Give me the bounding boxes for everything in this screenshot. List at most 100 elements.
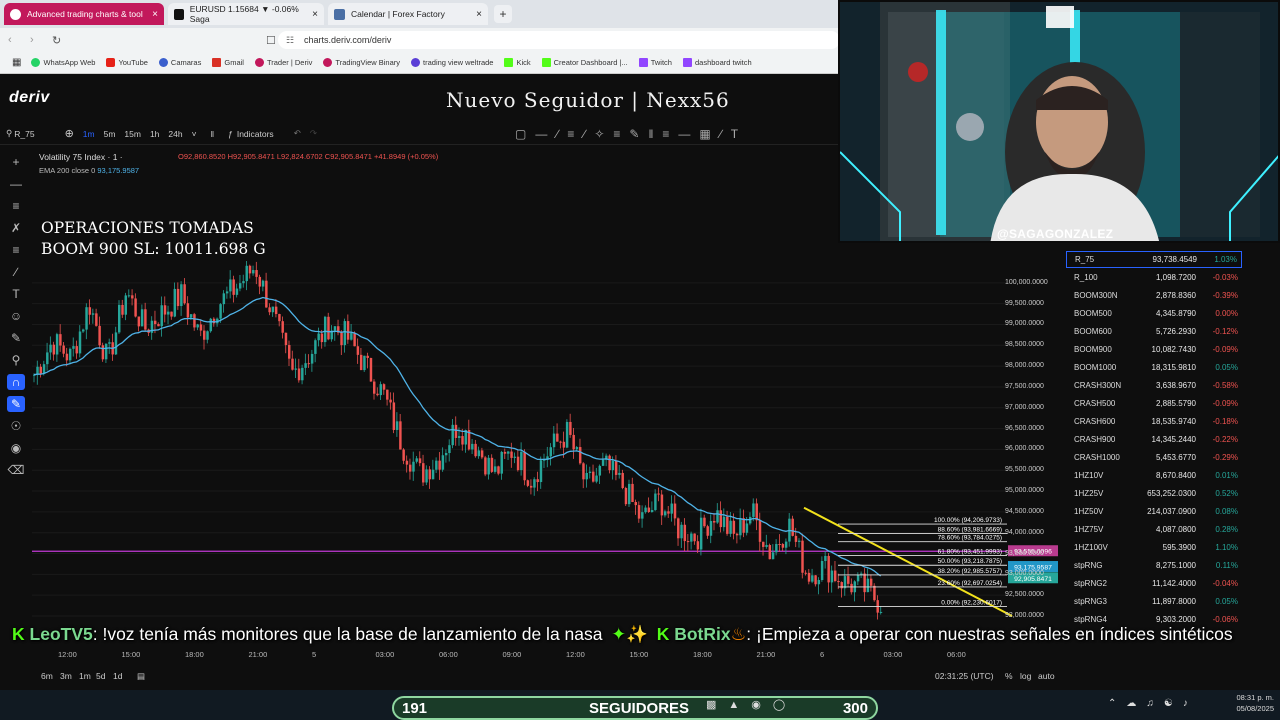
range-1m[interactable]: 1m (79, 671, 91, 681)
eye-icon[interactable]: ◉ (7, 440, 25, 456)
tab-forexfactory[interactable]: Calendar | Forex Factory × (328, 3, 488, 25)
watchlist-row-1hz25v[interactable]: 1HZ25V 653,252.0300 0.52% (1066, 485, 1242, 502)
taskbar-clock[interactable]: 08:31 p. m. 05/08/2025 (1236, 692, 1274, 714)
candle-body (474, 443, 477, 457)
reload-icon[interactable]: ↻ (52, 34, 66, 47)
watchlist-row-crash500[interactable]: CRASH500 2,885.5790 -0.09% (1066, 395, 1242, 412)
candle-body (592, 471, 595, 482)
brush-icon[interactable]: ∕ (7, 264, 25, 280)
bookmark-dashboard-twitch[interactable]: dashboard twitch (682, 58, 752, 67)
watchlist-row-1hz50v[interactable]: 1HZ50V 214,037.0900 0.08% (1066, 503, 1242, 520)
goto-date-icon[interactable]: ▤ (137, 671, 145, 682)
system-tray-icons[interactable]: ⌃☁♫☯♪ (1108, 698, 1198, 709)
watchlist-row-stprng2[interactable]: stpRNG2 11,142.4000 -0.04% (1066, 575, 1242, 592)
watchlist-row-boom500[interactable]: BOOM500 4,345.8790 0.00% (1066, 305, 1242, 322)
watchlist-row-stprng[interactable]: stpRNG 8,275.1000 0.11% (1066, 557, 1242, 574)
close-tab-icon[interactable]: × (476, 9, 482, 20)
timeframe-1h[interactable]: 1h (150, 129, 159, 139)
candle-body (624, 487, 628, 505)
chat-ticker: K LeoTV5: !voz tenía más monitores que l… (0, 624, 1280, 650)
bookmark-weltrade[interactable]: trading view weltrade (411, 58, 493, 67)
trash-icon[interactable]: ⌫ (7, 462, 25, 478)
candle-body (333, 326, 337, 331)
indicators-icon[interactable]: ƒ (228, 129, 233, 139)
emoji-icon[interactable]: ☺ (7, 308, 25, 324)
zoom-icon[interactable]: ⚲ (7, 352, 25, 368)
line-tool-icon[interactable]: — (7, 176, 25, 192)
watchlist-row-1hz10v[interactable]: 1HZ10V 8,670.8400 0.01% (1066, 467, 1242, 484)
crosshair-icon[interactable]: + (7, 154, 25, 170)
add-symbol-icon[interactable]: ⊕ (65, 127, 74, 140)
deriv-logo[interactable]: deriv (9, 89, 50, 107)
bookmark-whatsapp[interactable]: WhatsApp Web (31, 58, 95, 67)
close-tab-icon[interactable]: × (152, 9, 158, 20)
apps-icon[interactable]: ▦ (12, 57, 21, 68)
candle-body (268, 307, 271, 313)
range-5d[interactable]: 5d (96, 671, 105, 681)
candle-body (529, 485, 533, 488)
bookmark-deriv[interactable]: Trader | Deriv (254, 58, 312, 67)
bookmark-tradingview-binary[interactable]: TradingView Binary (323, 58, 400, 67)
timeframe-24h[interactable]: 24h (168, 129, 182, 139)
watchlist-row-boom600[interactable]: BOOM600 5,726.2930 -0.12% (1066, 323, 1242, 340)
text-tool-icon[interactable]: T (7, 286, 25, 302)
timeframe-5m[interactable]: 5m (104, 129, 116, 139)
indicators-button[interactable]: Indicators (237, 129, 274, 139)
close-tab-icon[interactable]: × (312, 9, 318, 20)
new-tab-button[interactable]: + (494, 5, 512, 23)
lock-icon[interactable]: ☉ (7, 418, 25, 434)
tab-tradingview[interactable]: EURUSD 1.15684 ▼ -0.06% Saga × (168, 3, 324, 25)
back-icon[interactable]: ‹ (8, 34, 22, 46)
timeframe-1m[interactable]: 1m (83, 129, 95, 139)
symbol-search[interactable]: R_75 (14, 129, 34, 139)
watchlist-row-crash900[interactable]: CRASH900 14,345.2440 -0.22% (1066, 431, 1242, 448)
bookmark-twitch[interactable]: Twitch (638, 58, 672, 67)
candle-type-icon[interactable]: ‖ (211, 129, 215, 139)
watchlist-row-r_75[interactable]: R_75 93,738.4549 1.03% (1066, 251, 1242, 268)
log-scale-toggle[interactable]: log (1020, 671, 1031, 681)
magnet-icon[interactable]: ∩ (7, 374, 25, 390)
taskbar-app-icons[interactable]: ▩▲◉◯ (706, 698, 797, 711)
lock-drawing-icon[interactable]: ✎ (7, 396, 25, 412)
site-info-icon[interactable]: ☷ (286, 35, 294, 46)
bookmark-camaras[interactable]: Camaras (158, 58, 201, 67)
watchlist-row-boom1000[interactable]: BOOM1000 18,315.9810 0.05% (1066, 359, 1242, 376)
search-icon[interactable]: ⚲ (6, 128, 12, 139)
auto-scale-toggle[interactable]: auto (1038, 671, 1055, 681)
bookmark-creator-dashboard[interactable]: Creator Dashboard |... (541, 58, 628, 67)
timeframe-15m[interactable]: 15m (124, 129, 141, 139)
chevron-down-icon[interactable]: ˅ (192, 129, 197, 139)
horizontal-lines-icon[interactable]: ≡ (7, 198, 25, 214)
bookmark-gmail[interactable]: Gmail (212, 58, 244, 67)
watchlist-row-stprng3[interactable]: stpRNG3 11,897.8000 0.05% (1066, 593, 1242, 610)
watchlist-row-boom300n[interactable]: BOOM300N 2,878.8360 -0.39% (1066, 287, 1242, 304)
drawing-tools-icons[interactable]: ▢—∕≡∕✧≡✎‖≡—▦∕T (515, 127, 747, 141)
range-1d[interactable]: 1d (113, 671, 122, 681)
bookmark-kick[interactable]: Kick (504, 58, 531, 67)
fib-tool-icon[interactable]: ≡ (7, 242, 25, 258)
forward-icon[interactable]: › (30, 34, 44, 46)
watchlist-row-1hz100v[interactable]: 1HZ100V 595.3900 1.10% (1066, 539, 1242, 556)
candle-body (699, 517, 703, 550)
range-6m[interactable]: 6m (41, 671, 53, 681)
candle-body (304, 363, 307, 368)
emote-icons: ✦✨ (611, 624, 648, 644)
watchlist-row-crash300n[interactable]: CRASH300N 3,638.9670 -0.58% (1066, 377, 1242, 394)
tab-deriv[interactable]: Advanced trading charts & tool × (4, 3, 164, 25)
watchlist-row-r_100[interactable]: R_100 1,098.7200 -0.03% (1066, 269, 1242, 286)
watchlist-row-crash1000[interactable]: CRASH1000 5,453.6770 -0.29% (1066, 449, 1242, 466)
url-field[interactable]: ☷ charts.deriv.com/deriv (278, 31, 840, 49)
percent-scale-toggle[interactable]: % (1005, 671, 1013, 681)
candle-body (647, 507, 651, 513)
undo-icon[interactable]: ↶ (294, 128, 301, 139)
range-3m[interactable]: 3m (60, 671, 72, 681)
pattern-tool-icon[interactable]: ✗ (7, 220, 25, 236)
redo-icon[interactable]: ↷ (310, 128, 317, 139)
watchlist-row-boom900[interactable]: BOOM900 10,082.7430 -0.09% (1066, 341, 1242, 358)
ruler-icon[interactable]: ✎ (7, 330, 25, 346)
utc-clock[interactable]: 02:31:25 (UTC) (935, 671, 994, 681)
candle-body (288, 345, 291, 359)
watchlist-row-crash600[interactable]: CRASH600 18,535.9740 -0.18% (1066, 413, 1242, 430)
bookmark-youtube[interactable]: YouTube (106, 58, 148, 67)
watchlist-row-1hz75v[interactable]: 1HZ75V 4,087.0800 0.28% (1066, 521, 1242, 538)
